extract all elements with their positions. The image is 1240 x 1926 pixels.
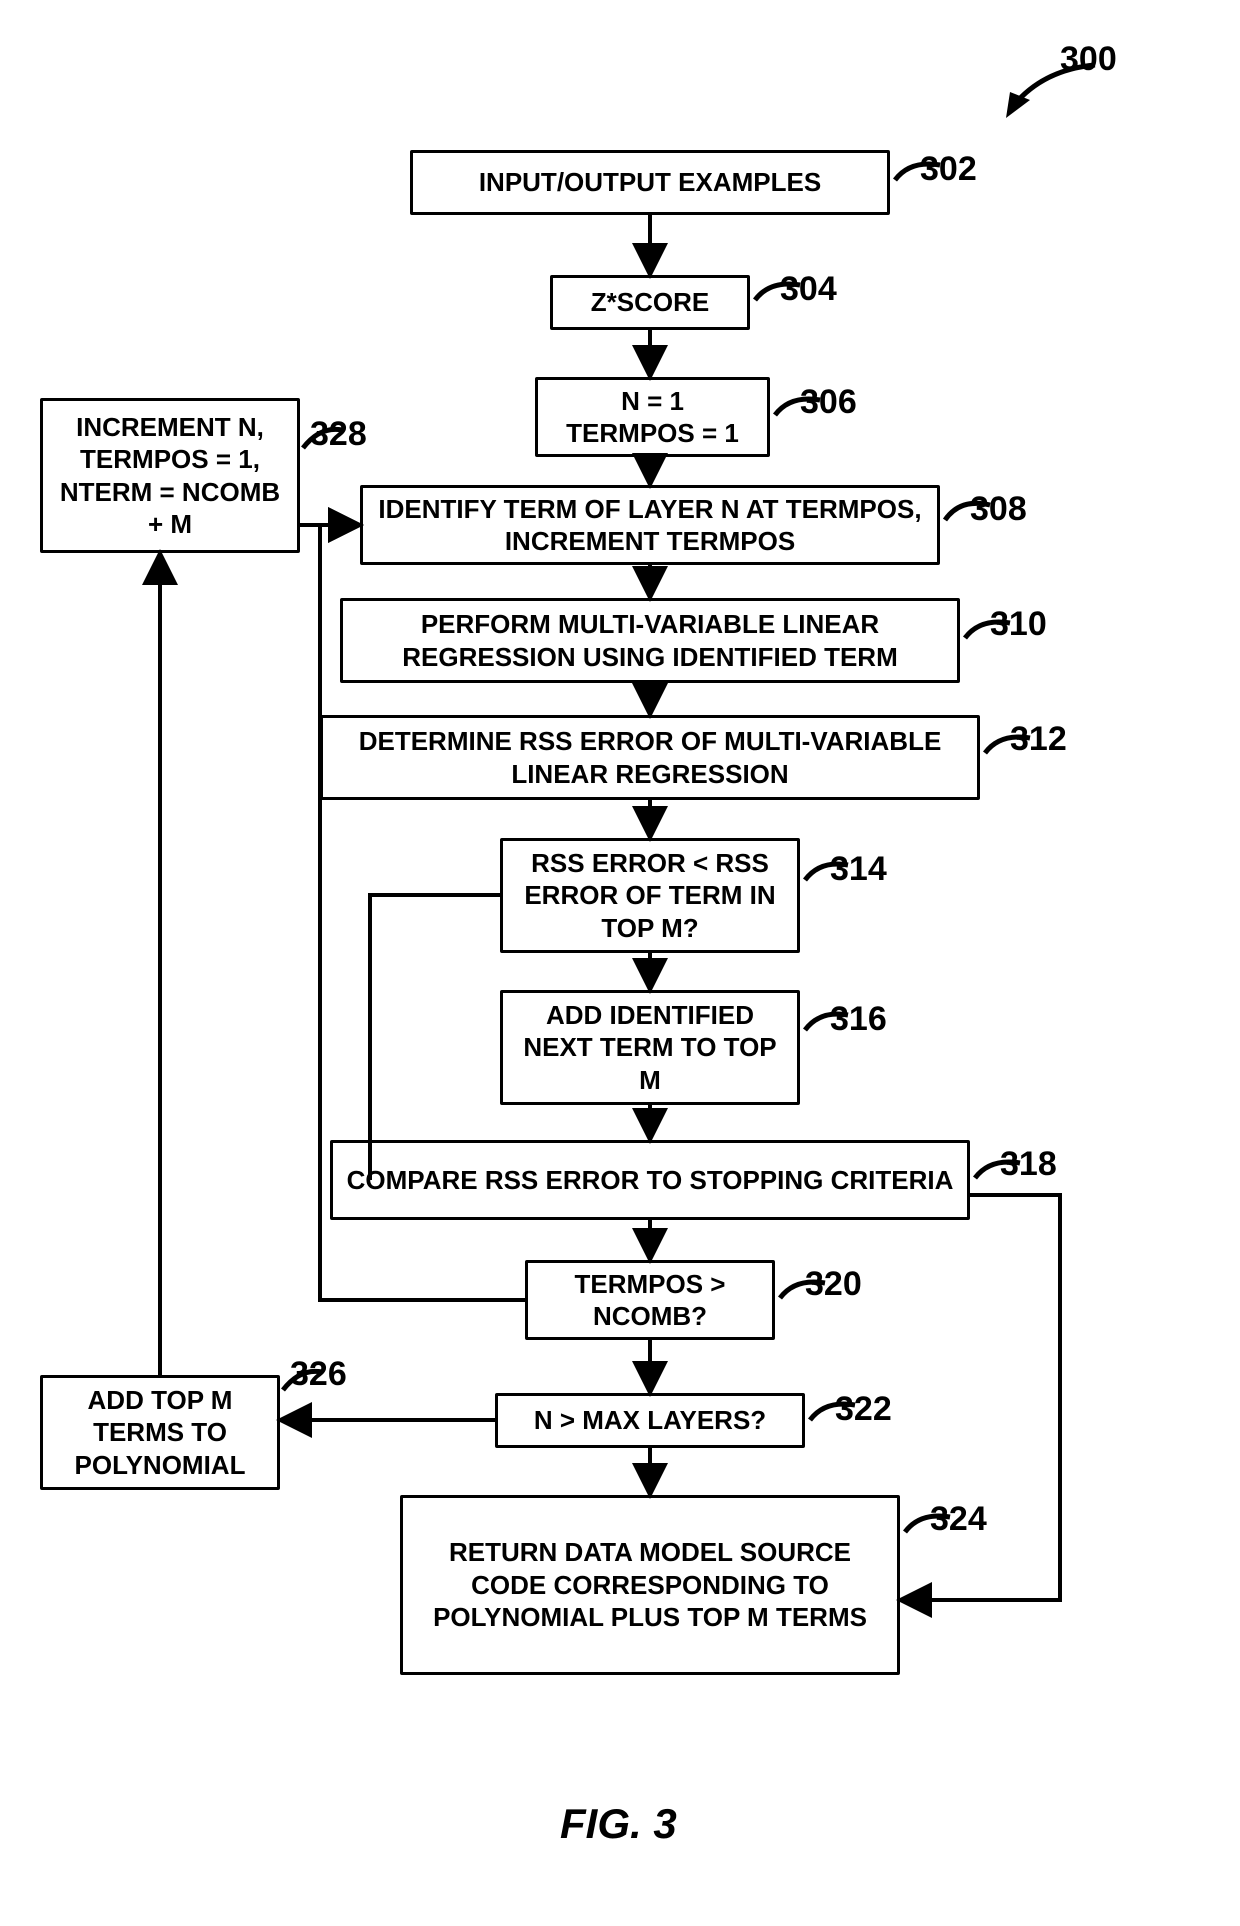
ref-326: 326 xyxy=(290,1355,347,1394)
node-316: ADD IDENTIFIED NEXT TERM TO TOP M xyxy=(500,990,800,1105)
node-324: RETURN DATA MODEL SOURCE CODE CORRESPOND… xyxy=(400,1495,900,1675)
node-306-text: N = 1 TERMPOS = 1 xyxy=(566,385,739,450)
node-304-text: Z*SCORE xyxy=(591,286,709,319)
node-310: PERFORM MULTI-VARIABLE LINEAR REGRESSION… xyxy=(340,598,960,683)
node-320-text: TERMPOS > NCOMB? xyxy=(536,1268,764,1333)
node-322-text: N > MAX LAYERS? xyxy=(534,1404,766,1437)
node-312: DETERMINE RSS ERROR OF MULTI-VARIABLE LI… xyxy=(320,715,980,800)
node-308-text: IDENTIFY TERM OF LAYER N AT TERMPOS, INC… xyxy=(371,493,929,558)
node-318-text: COMPARE RSS ERROR TO STOPPING CRITERIA xyxy=(347,1164,954,1197)
flowchart-canvas: 300 INPUT/OUTPUT EXAMPLES 302 Z*SCORE 30… xyxy=(0,0,1240,1926)
node-326-text: ADD TOP M TERMS TO POLYNOMIAL xyxy=(51,1384,269,1482)
figure-caption: FIG. 3 xyxy=(560,1800,677,1848)
ref-302: 302 xyxy=(920,150,977,189)
node-314: RSS ERROR < RSS ERROR OF TERM IN TOP M? xyxy=(500,838,800,953)
node-320: TERMPOS > NCOMB? xyxy=(525,1260,775,1340)
node-314-text: RSS ERROR < RSS ERROR OF TERM IN TOP M? xyxy=(511,847,789,945)
node-326: ADD TOP M TERMS TO POLYNOMIAL xyxy=(40,1375,280,1490)
node-306: N = 1 TERMPOS = 1 xyxy=(535,377,770,457)
node-302: INPUT/OUTPUT EXAMPLES xyxy=(410,150,890,215)
ref-320: 320 xyxy=(805,1265,862,1304)
ref-318: 318 xyxy=(1000,1145,1057,1184)
ref-312: 312 xyxy=(1010,720,1067,759)
node-304: Z*SCORE xyxy=(550,275,750,330)
ref-308: 308 xyxy=(970,490,1027,529)
ref-322: 322 xyxy=(835,1390,892,1429)
node-322: N > MAX LAYERS? xyxy=(495,1393,805,1448)
node-308: IDENTIFY TERM OF LAYER N AT TERMPOS, INC… xyxy=(360,485,940,565)
node-328: INCREMENT N, TERMPOS = 1, NTERM = NCOMB … xyxy=(40,398,300,553)
node-324-text: RETURN DATA MODEL SOURCE CODE CORRESPOND… xyxy=(411,1536,889,1634)
node-328-text: INCREMENT N, TERMPOS = 1, NTERM = NCOMB … xyxy=(51,411,289,541)
ref-324: 324 xyxy=(930,1500,987,1539)
ref-306: 306 xyxy=(800,383,857,422)
ref-314: 314 xyxy=(830,850,887,889)
node-302-text: INPUT/OUTPUT EXAMPLES xyxy=(479,166,821,199)
node-312-text: DETERMINE RSS ERROR OF MULTI-VARIABLE LI… xyxy=(331,725,969,790)
ref-304: 304 xyxy=(780,270,837,309)
ref-310: 310 xyxy=(990,605,1047,644)
ref-316: 316 xyxy=(830,1000,887,1039)
ref-328: 328 xyxy=(310,415,367,454)
node-310-text: PERFORM MULTI-VARIABLE LINEAR REGRESSION… xyxy=(351,608,949,673)
node-318: COMPARE RSS ERROR TO STOPPING CRITERIA xyxy=(330,1140,970,1220)
node-316-text: ADD IDENTIFIED NEXT TERM TO TOP M xyxy=(511,999,789,1097)
figure-ref-300: 300 xyxy=(1060,40,1117,79)
